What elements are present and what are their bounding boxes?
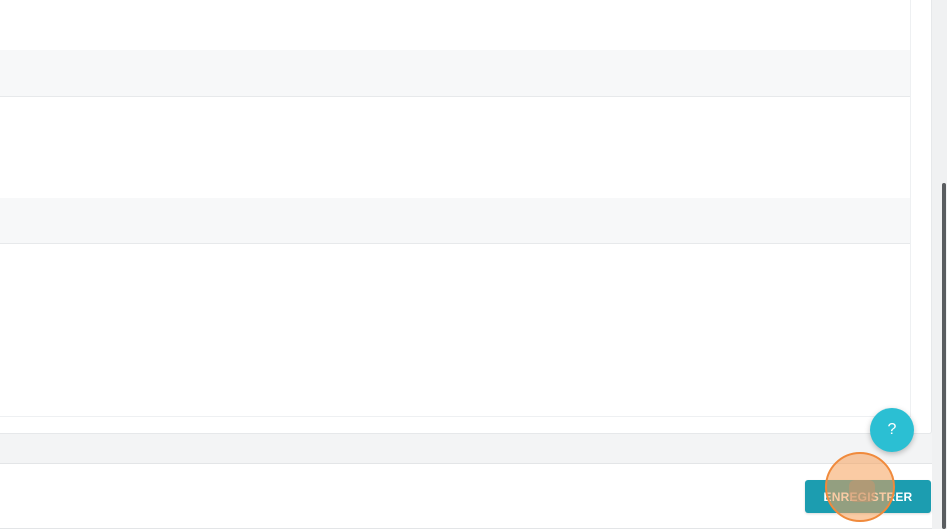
form-card (0, 0, 932, 434)
help-button[interactable]: ? (870, 408, 914, 452)
save-button[interactable]: ENREGISTRER (805, 480, 931, 513)
page: ENREGISTRER ? (0, 0, 947, 529)
question-mark-icon: ? (887, 421, 897, 438)
footer-bar (0, 463, 932, 529)
form-section-header (0, 50, 910, 97)
form-row (0, 0, 910, 50)
form-section-header (0, 198, 910, 244)
scrollbar-thumb[interactable] (942, 183, 946, 529)
form-row (0, 244, 910, 416)
form-row (0, 97, 910, 198)
form-card-body (0, 0, 911, 417)
